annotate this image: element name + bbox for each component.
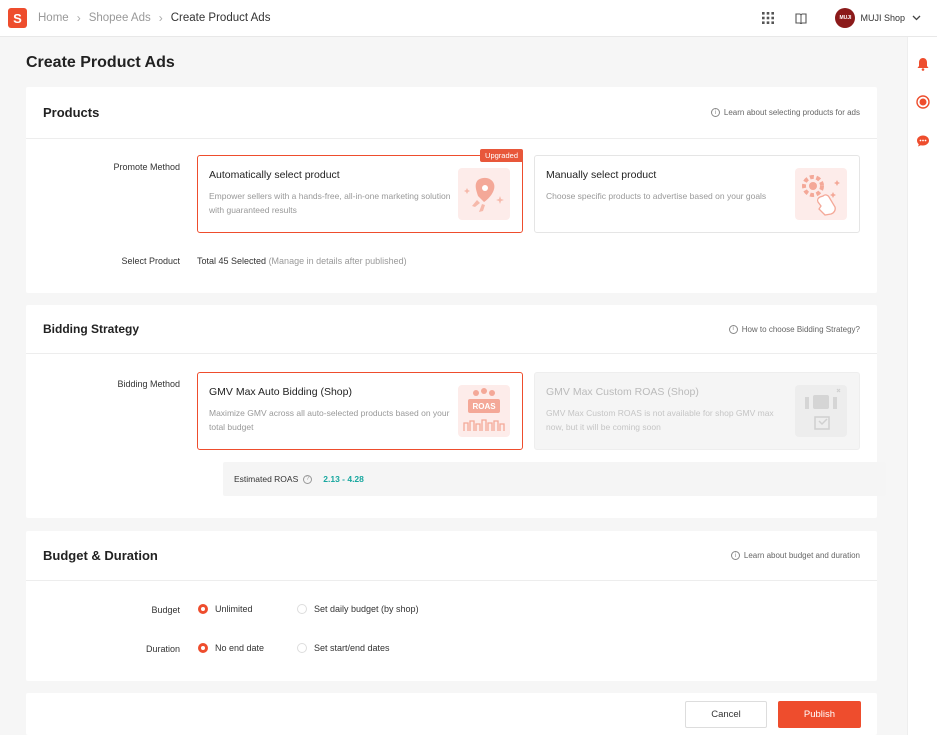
info-icon: i [710,108,720,117]
gmv-max-auto-bidding-option[interactable]: GMV Max Auto Bidding (Shop) Maximize GMV… [197,372,523,450]
auto-select-product-option[interactable]: Upgraded Automatically select product Em… [197,149,523,233]
cancel-button[interactable]: Cancel [685,701,767,728]
gmv-auto-title: GMV Max Auto Bidding (Shop) [209,386,352,398]
select-product-value: Total 45 Selected (Manage in details aft… [197,256,407,266]
info-icon: i [728,324,738,334]
bell-icon[interactable] [916,57,930,71]
gmv-custom-title: GMV Max Custom ROAS (Shop) [546,386,699,398]
roas-illu-text: ROAS [472,402,496,411]
select-product-note: (Manage in details after published) [268,256,407,266]
shop-name[interactable]: MUJI Shop [860,13,905,23]
manual-select-product-option[interactable]: Manually select product Choose specific … [534,155,860,233]
manual-select-title: Manually select product [546,169,657,181]
right-side-bar [907,37,937,735]
estimated-roas-value: 2.13 - 4.28 [323,474,364,484]
breadcrumb-current: Create Product Ads [170,12,271,24]
budget-label: Budget [151,605,180,615]
radio-checked-icon [198,604,208,614]
bidding-strategy-card: Bidding Strategy i How to choose Bidding… [26,305,886,518]
bidding-help-text: How to choose Bidding Strategy? [741,324,860,334]
chat-icon[interactable] [916,134,930,148]
budget-help-text: Learn about budget and duration [743,551,860,560]
chevron-down-icon[interactable] [907,9,925,27]
roas-chart-icon: ROAS [456,383,512,439]
duration-label: Duration [145,644,180,654]
target-icon[interactable] [916,95,930,109]
radio-checked-icon [198,643,208,653]
radio-unchecked-icon [297,643,307,653]
duration-start-end-label: Set start/end dates [314,643,390,653]
upgraded-badge: Upgraded [480,149,523,162]
info-icon: i [730,551,740,560]
radio-unchecked-icon [297,604,307,614]
bidding-title: Bidding Strategy [43,322,140,336]
auto-select-desc: Empower sellers with a hands-free, all-i… [209,191,451,215]
help-question-icon[interactable]: ? [303,474,313,484]
budget-daily-label: Set daily budget (by shop) [314,604,419,614]
book-icon[interactable] [792,9,810,27]
bidding-help-link[interactable]: i How to choose Bidding Strategy? [728,324,860,334]
budget-title: Budget & Duration [43,548,158,563]
apps-grid-icon[interactable] [759,9,777,27]
page-title: Create Product Ads [26,54,175,71]
duration-start-end-radio[interactable]: Set start/end dates [297,643,390,653]
selected-count: Total 45 Selected [197,256,267,266]
gear-hand-icon [793,166,849,222]
chevron-right-icon: › [158,11,163,25]
auto-select-title: Automatically select product [209,169,340,181]
products-card: Products i Learn about selecting product… [26,87,877,293]
estimated-roas-label: Estimated ROAS [234,474,299,484]
duration-no-end-label: No end date [215,643,265,653]
budget-unlimited-label: Unlimited [215,604,253,614]
budget-help-link[interactable]: i Learn about budget and duration [730,551,860,560]
breadcrumb: Home › Shopee Ads › Create Product Ads [38,11,270,25]
bidding-method-label: Bidding Method [117,379,180,389]
publish-button[interactable]: Publish [778,701,861,728]
chevron-right-icon: › [76,11,81,25]
products-help-text: Learn about selecting products for ads [723,108,860,117]
footer-actions: Cancel Publish [26,693,877,735]
budget-daily-radio[interactable]: Set daily budget (by shop) [297,604,419,614]
gmv-auto-desc: Maximize GMV across all auto-selected pr… [209,408,450,432]
manual-select-desc: Choose specific products to advertise ba… [546,191,767,201]
budget-duration-card: Budget & Duration i Learn about budget a… [26,531,877,681]
shop-avatar[interactable]: MUJI [835,8,856,28]
estimated-roas-box: Estimated ROAS ? 2.13 - 4.28 [223,462,886,496]
breadcrumb-home[interactable]: Home [38,12,69,24]
rocket-icon [456,166,512,222]
products-title: Products [43,105,100,120]
shopee-logo[interactable]: S [8,8,27,28]
breadcrumb-shopee-ads[interactable]: Shopee Ads [89,12,151,24]
budget-unlimited-radio[interactable]: Unlimited [198,604,253,614]
select-product-label: Select Product [121,256,180,266]
products-help-link[interactable]: i Learn about selecting products for ads [710,108,860,117]
gmv-custom-desc: GMV Max Custom ROAS is not available for… [546,408,774,432]
duration-no-end-radio[interactable]: No end date [198,643,264,653]
gmv-max-custom-roas-option: GMV Max Custom ROAS (Shop) GMV Max Custo… [534,372,860,450]
customize-icon [793,383,849,439]
top-bar: S Home › Shopee Ads › Create Product Ads… [0,0,937,37]
promote-method-label: Promote Method [113,162,180,172]
